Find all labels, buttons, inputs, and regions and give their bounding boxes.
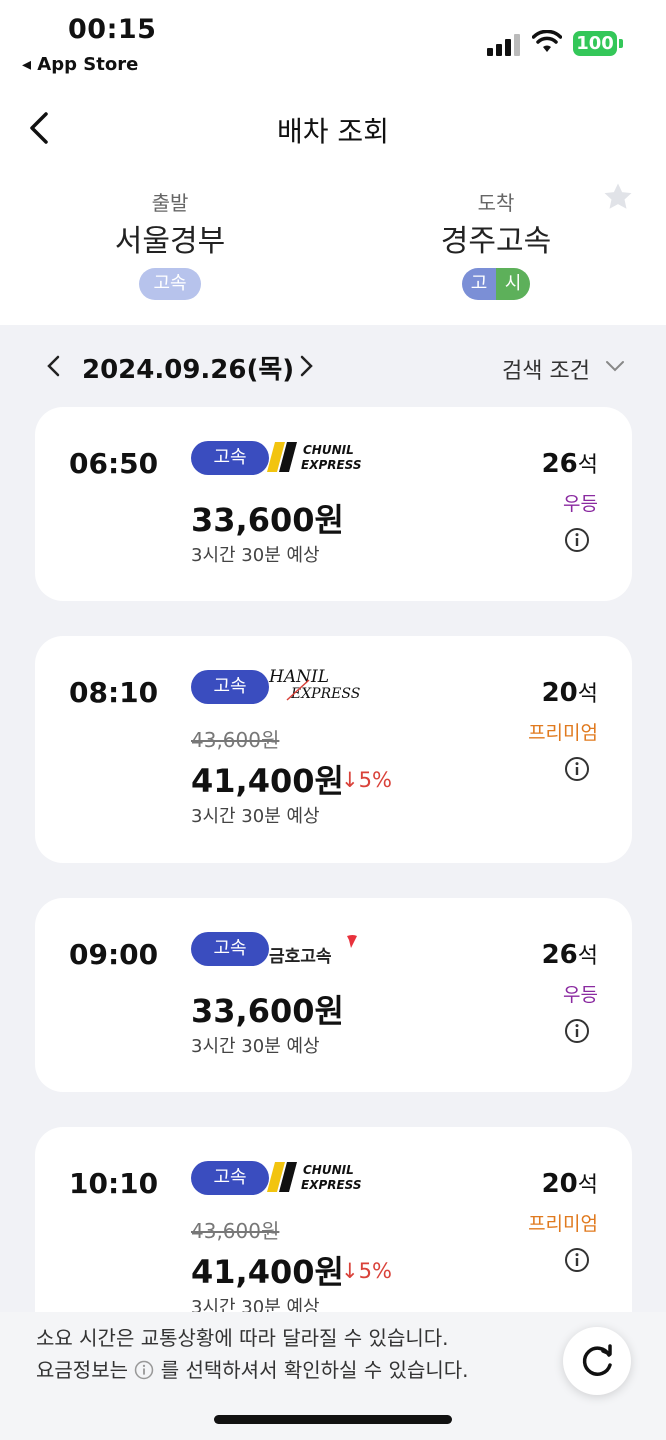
duration: 3시간 30분 예상 xyxy=(191,541,320,567)
arrival-badge-intercity: 시 xyxy=(496,268,530,300)
seat-count: 20 xyxy=(541,1169,578,1199)
express-type-badge: 고속 xyxy=(191,441,269,475)
price: 33,600원 xyxy=(191,501,344,539)
bus-grade: 우등 xyxy=(563,493,598,515)
hanil-express-logo: HANIL EXPRESS xyxy=(268,667,360,702)
favorite-star-icon[interactable] xyxy=(601,180,635,214)
remaining-seats: 26석 xyxy=(542,447,598,479)
departure-time: 10:10 xyxy=(69,1167,159,1200)
discount-rate: ↓5% xyxy=(341,768,392,792)
page-title: 배차 조회 xyxy=(277,115,389,148)
notice-duration-text: 소요 시간은 교통상황에 따라 달라질 수 있습니다. xyxy=(36,1326,449,1350)
remaining-seats: 26석 xyxy=(542,938,598,970)
departure-terminal: 출발 서울경부 고속 xyxy=(70,188,270,300)
date-selector: 2024.09.26(목) 검색 조건 xyxy=(0,325,666,407)
svg-text:금호고속: 금호고속 xyxy=(269,947,332,967)
arrival-label: 도착 xyxy=(477,191,515,215)
schedule-card[interactable]: 08:10 고속 HANIL EXPRESS 43,600원 41,400원 ↓… xyxy=(35,636,632,863)
duration-text: 3시간 30분 예상 xyxy=(191,806,320,827)
selected-date[interactable]: 2024.09.26(목) xyxy=(82,349,294,386)
duration: 3시간 30분 예상 xyxy=(191,1032,320,1058)
seat-count: 26 xyxy=(541,940,578,970)
price: 33,600원 xyxy=(191,992,344,1030)
seat-count: 26 xyxy=(541,449,578,479)
duration-text: 3시간 30분 예상 xyxy=(191,1036,320,1057)
battery-cap xyxy=(619,39,623,48)
price: 41,400원 xyxy=(191,762,344,800)
original-price: 43,600원 xyxy=(191,728,280,752)
discount-rate: ↓5% xyxy=(341,1259,392,1283)
status-time: 00:15 xyxy=(68,14,157,45)
express-type-badge: 고속 xyxy=(191,670,269,704)
next-date-icon[interactable] xyxy=(296,353,316,379)
remaining-seats: 20석 xyxy=(542,676,598,708)
cellular-signal-icon xyxy=(487,34,521,56)
departure-time: 09:00 xyxy=(69,938,159,971)
express-type-badge: 고속 xyxy=(191,932,269,966)
original-price: 43,600원 xyxy=(191,1219,280,1243)
search-filter-button[interactable]: 검색 조건 xyxy=(502,353,590,385)
bus-grade: 프리미엄 xyxy=(528,722,598,744)
departure-time: 06:50 xyxy=(69,447,159,480)
previous-date-icon[interactable] xyxy=(44,353,64,379)
refresh-button[interactable] xyxy=(563,1327,631,1395)
svg-text:CHUNIL: CHUNIL xyxy=(303,1163,354,1177)
chunil-express-logo: CHUNIL EXPRESS xyxy=(267,1162,362,1192)
chunil-express-logo: CHUNIL EXPRESS xyxy=(267,442,362,472)
svg-text:HANIL: HANIL xyxy=(268,667,329,687)
info-icon[interactable] xyxy=(564,527,590,553)
seat-unit: 석 xyxy=(577,944,598,969)
svg-text:CHUNIL: CHUNIL xyxy=(303,443,354,457)
info-icon xyxy=(135,1360,154,1380)
bus-grade: 우등 xyxy=(563,984,598,1006)
notice-fare-text: 요금정보는 를 선택하셔서 확인하실 수 있습니다. xyxy=(36,1354,469,1383)
remaining-seats: 20석 xyxy=(542,1167,598,1199)
info-icon[interactable] xyxy=(564,756,590,782)
bus-grade: 프리미엄 xyxy=(528,1213,598,1235)
refresh-icon xyxy=(582,1344,612,1376)
departure-type-badge: 고속 xyxy=(139,268,201,300)
departure-label: 출발 xyxy=(151,191,189,215)
info-icon[interactable] xyxy=(564,1018,590,1044)
battery-icon: 100 xyxy=(573,31,617,56)
duration: 3시간 30분 예상 xyxy=(191,802,320,828)
svg-text:EXPRESS: EXPRESS xyxy=(301,458,362,472)
duration-text: 3시간 30분 예상 xyxy=(191,545,320,566)
schedule-card[interactable]: 06:50 고속 CHUNIL EXPRESS 33,600원 3시간 30분 … xyxy=(35,407,632,601)
seat-unit: 석 xyxy=(577,682,598,707)
back-to-app-store-link[interactable]: ◂ App Store xyxy=(22,54,138,75)
wifi-icon xyxy=(532,30,562,52)
notice-fare-text-end: 를 선택하셔서 확인하실 수 있습니다. xyxy=(160,1358,469,1382)
status-bar: 00:15 ◂ App Store 100 xyxy=(0,0,666,90)
schedule-card[interactable]: 09:00 고속 금호고속 33,600원 3시간 30분 예상 26석 우등 xyxy=(35,898,632,1092)
header: 배차 조회 xyxy=(0,96,666,166)
svg-text:EXPRESS: EXPRESS xyxy=(301,1178,362,1192)
seat-unit: 석 xyxy=(577,453,598,478)
home-indicator xyxy=(214,1415,452,1424)
seat-count: 20 xyxy=(541,678,578,708)
arrival-terminal: 도착 경주고속 고시 xyxy=(396,188,596,300)
seat-unit: 석 xyxy=(577,1173,598,1198)
arrival-name: 경주고속 xyxy=(440,224,552,259)
route-summary: 출발 서울경부 고속 도착 경주고속 고시 xyxy=(0,180,666,325)
arrival-badge-express: 고 xyxy=(462,268,496,300)
info-icon[interactable] xyxy=(564,1247,590,1273)
arrival-type-badge: 고시 xyxy=(462,268,530,300)
price: 41,400원 xyxy=(191,1253,344,1291)
departure-time: 08:10 xyxy=(69,676,159,709)
departure-name: 서울경부 xyxy=(114,224,226,259)
chevron-down-icon[interactable] xyxy=(604,359,626,373)
express-type-badge: 고속 xyxy=(191,1161,269,1195)
kumho-express-logo: 금호고속 xyxy=(269,935,357,967)
notice-fare-text-start: 요금정보는 xyxy=(36,1358,128,1382)
